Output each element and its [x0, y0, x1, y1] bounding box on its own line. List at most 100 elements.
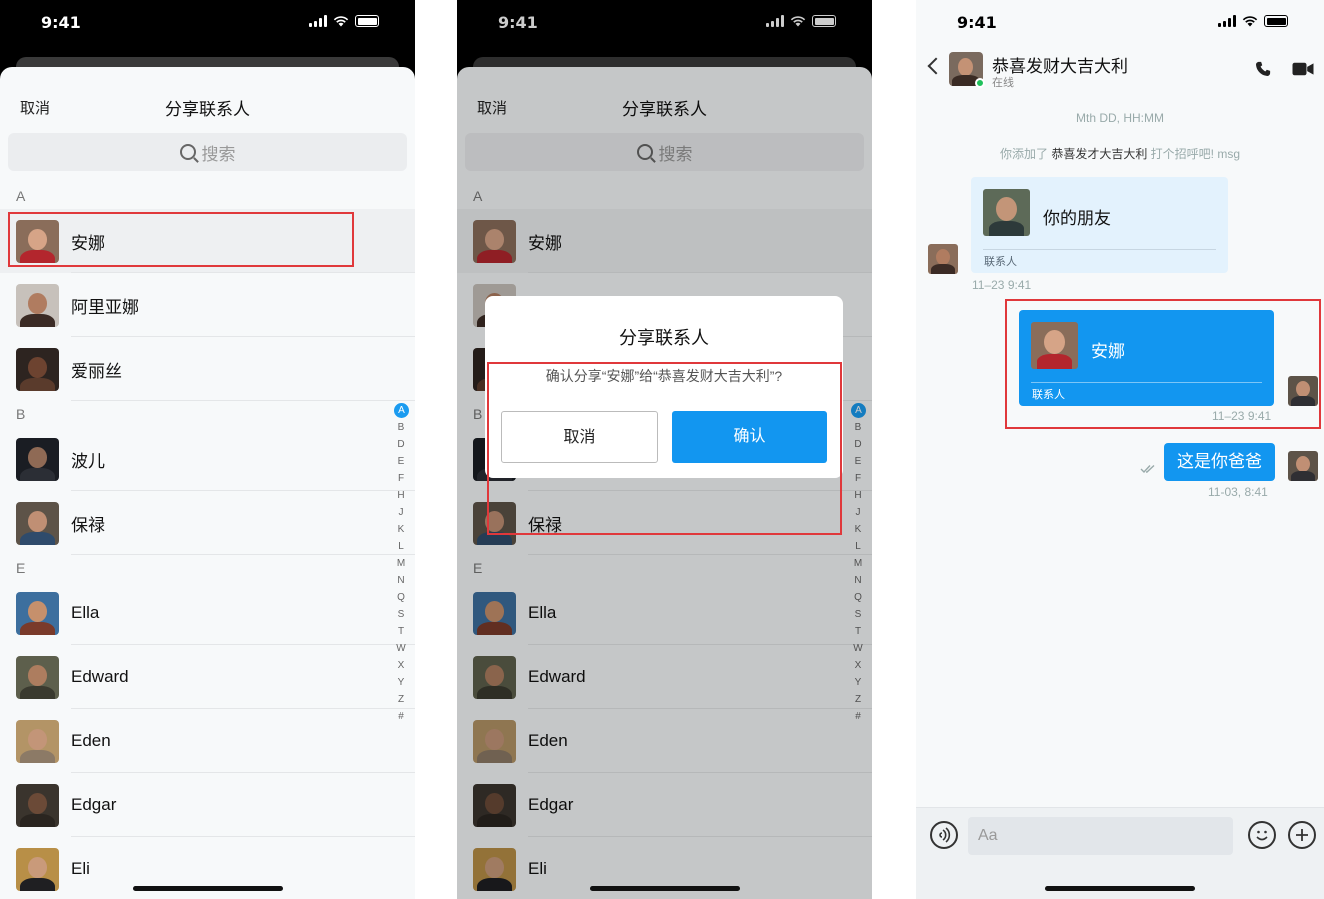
index-letter[interactable]: H — [394, 487, 408, 504]
contact-row[interactable]: 阿里亚娜 — [0, 273, 415, 337]
contact-avatar — [16, 591, 59, 635]
contact-name: Edgar — [71, 795, 117, 814]
status-bar: 9:41 — [916, 0, 1324, 46]
alphabet-index[interactable]: A B D E F H J K L M N Q S T W X Y Z # — [394, 402, 409, 725]
message-time: 11-03, 8:41 — [1208, 485, 1268, 499]
online-status-dot — [975, 78, 985, 88]
contact-avatar — [16, 655, 59, 699]
contact-row[interactable]: 保禄 — [0, 491, 415, 555]
card-label: 联系人 — [984, 256, 1017, 268]
search-icon — [179, 144, 196, 160]
system-message-prefix: 你添加了 — [999, 147, 1048, 161]
index-letter[interactable]: # — [394, 708, 408, 725]
contact-name: 保禄 — [71, 515, 105, 535]
contact-name: Edward — [71, 667, 129, 686]
contact-avatar — [16, 719, 59, 763]
index-letter[interactable]: X — [394, 657, 408, 674]
system-message-suffix: 打个招呼吧! — [1150, 147, 1215, 161]
wifi-icon — [333, 16, 349, 27]
section-header: B — [16, 406, 26, 422]
index-letter[interactable]: A — [394, 403, 409, 418]
system-message-name: 恭喜发才大吉大利 — [1051, 147, 1148, 161]
search-placeholder: 搜索 — [201, 144, 236, 164]
card-contact-name: 你的朋友 — [1043, 209, 1111, 228]
contact-name: Eli — [71, 859, 90, 878]
home-indicator — [589, 886, 740, 891]
highlight-shared-card — [1005, 299, 1321, 429]
contact-list: A安娜阿里亚娜爱丽丝B波儿保禄EEllaEdwardEdenEdgarEli — [0, 183, 415, 899]
friend-contact-card[interactable]: 你的朋友 联系人 — [971, 177, 1228, 273]
chat-status: 在线 — [992, 77, 1014, 89]
index-letter[interactable]: Q — [394, 589, 408, 606]
contact-name: 爱丽丝 — [71, 361, 122, 381]
contact-row[interactable]: Edward — [0, 645, 415, 709]
contact-row[interactable]: Edgar — [0, 773, 415, 837]
back-chevron-icon[interactable] — [927, 57, 945, 75]
contact-avatar — [16, 847, 59, 891]
emoji-icon[interactable] — [1248, 821, 1276, 849]
dialog-title: 分享联系人 — [619, 328, 709, 348]
contact-row[interactable]: 波儿 — [0, 427, 415, 491]
contact-name: Ella — [71, 603, 100, 622]
highlight-selected-contact — [8, 212, 354, 267]
read-receipt-icon — [1140, 464, 1155, 474]
index-letter[interactable]: Y — [394, 674, 408, 691]
index-letter[interactable]: B — [394, 419, 408, 436]
phone-call-icon[interactable] — [1254, 60, 1272, 78]
video-call-icon[interactable] — [1292, 62, 1314, 76]
add-icon[interactable] — [1288, 821, 1316, 849]
system-message-tag: msg — [1217, 147, 1241, 161]
message-input[interactable]: Aa — [968, 817, 1233, 855]
chat-screen: 9:41 恭喜发财大吉大利 在线 Mth DD, HH:MM 你添加了 恭喜发才… — [916, 0, 1324, 899]
index-letter[interactable]: Z — [394, 691, 408, 708]
index-letter[interactable]: J — [394, 504, 408, 521]
cellular-signal-icon — [309, 15, 327, 27]
contact-avatar — [16, 783, 59, 827]
contact-avatar — [16, 347, 59, 391]
contact-row[interactable]: Ella — [0, 581, 415, 645]
index-letter[interactable]: T — [394, 623, 408, 640]
index-letter[interactable]: D — [394, 436, 408, 453]
index-letter[interactable]: W — [394, 640, 408, 657]
index-letter[interactable]: M — [394, 555, 408, 572]
voice-icon[interactable] — [930, 821, 958, 849]
contact-avatar — [16, 283, 59, 327]
system-message: 你添加了 恭喜发才大吉大利 打个招呼吧! msg — [916, 145, 1324, 162]
cellular-signal-icon — [1218, 15, 1236, 27]
chat-header: 恭喜发财大吉大利 在线 — [916, 46, 1324, 94]
message-time: 11–23 9:41 — [972, 278, 1032, 292]
contact-row[interactable]: Eden — [0, 709, 415, 773]
status-bar: 9:41 — [0, 0, 415, 46]
share-confirm-screen: 9:41 取消 分享联系人 搜索 A安娜阿里亚娜爱丽丝B波儿保禄EEllaEdw… — [457, 0, 872, 899]
status-time: 9:41 — [957, 13, 997, 32]
search-input[interactable]: 搜索 — [8, 133, 407, 171]
section-header: A — [16, 188, 26, 204]
wifi-icon — [1242, 16, 1258, 27]
index-letter[interactable]: S — [394, 606, 408, 623]
contact-name: 波儿 — [71, 451, 105, 471]
friend-avatar[interactable] — [928, 244, 958, 274]
date-stamp: Mth DD, HH:MM — [1076, 111, 1164, 125]
home-indicator — [132, 886, 283, 891]
sheet-title: 分享联系人 — [165, 100, 250, 119]
index-letter[interactable]: F — [394, 470, 408, 487]
index-letter[interactable]: E — [394, 453, 408, 470]
text-message-bubble[interactable]: 这是你爸爸 — [1164, 443, 1275, 481]
contact-sheet: 取消 分享联系人 搜索 A安娜阿里亚娜爱丽丝B波儿保禄EEllaEdwardEd… — [0, 67, 415, 899]
contact-avatar — [16, 501, 59, 545]
contact-name: Eden — [71, 731, 111, 750]
highlight-dialog — [487, 362, 842, 535]
contact-avatar — [16, 437, 59, 481]
contact-name: 阿里亚娜 — [71, 297, 139, 317]
index-letter[interactable]: K — [394, 521, 408, 538]
section-header: E — [16, 560, 26, 576]
status-time: 9:41 — [41, 13, 81, 32]
index-letter[interactable]: N — [394, 572, 408, 589]
my-avatar[interactable] — [1288, 451, 1318, 481]
battery-icon — [355, 15, 379, 27]
battery-icon — [1264, 15, 1288, 27]
contact-row[interactable]: 爱丽丝 — [0, 337, 415, 401]
share-contact-screen: 9:41 取消 分享联系人 搜索 A 安娜 阿里亚娜 爱丽丝 B 波儿 保禄 E Ella Edw… — [0, 0, 415, 899]
index-letter[interactable]: L — [394, 538, 408, 555]
home-indicator — [1045, 886, 1195, 891]
